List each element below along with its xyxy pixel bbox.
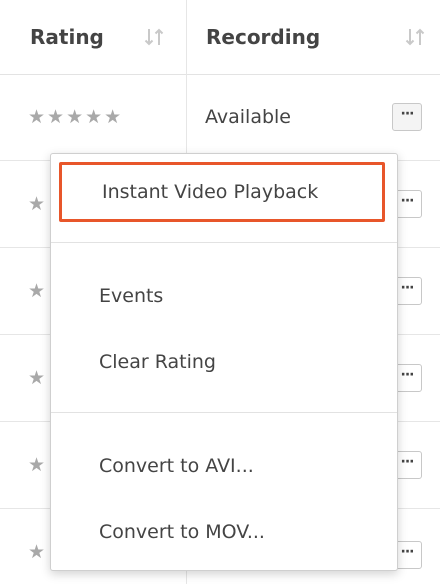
rating-stars[interactable]: ★★★★★ xyxy=(28,74,123,160)
menu-item-clear-rating[interactable]: Clear Rating xyxy=(51,332,397,392)
rating-stars[interactable]: ★ xyxy=(28,161,47,247)
menu-separator xyxy=(51,242,397,243)
sort-icon[interactable] xyxy=(143,26,165,48)
more-options-icon: ··· xyxy=(400,193,415,209)
menu-item-convert-to-avi[interactable]: Convert to AVI... xyxy=(51,436,397,496)
more-options-icon: ··· xyxy=(400,454,415,470)
column-header-rating[interactable]: Rating xyxy=(30,0,104,74)
rating-stars[interactable]: ★ xyxy=(28,248,47,334)
recordings-table: Rating Recording ★★★★★ Available ··· ★ ·… xyxy=(0,0,440,584)
more-options-button[interactable]: ··· xyxy=(392,103,422,131)
menu-item-events[interactable]: Events xyxy=(51,266,397,326)
context-menu: Instant Video Playback Events Clear Rati… xyxy=(50,153,398,571)
rating-stars[interactable]: ★ xyxy=(28,509,47,584)
menu-item-instant-video-playback[interactable]: Instant Video Playback xyxy=(59,162,385,222)
rating-stars[interactable]: ★ xyxy=(28,335,47,421)
more-options-icon: ··· xyxy=(400,106,415,122)
more-options-icon: ··· xyxy=(400,544,415,560)
sort-icon[interactable] xyxy=(404,26,426,48)
table-row[interactable]: ★★★★★ Available ··· xyxy=(0,74,440,161)
column-header-recording[interactable]: Recording xyxy=(206,0,320,74)
more-options-icon: ··· xyxy=(400,367,415,383)
recording-status: Available xyxy=(205,106,292,128)
more-options-icon: ··· xyxy=(400,280,415,296)
rating-stars[interactable]: ★ xyxy=(28,422,47,508)
menu-item-convert-to-mov[interactable]: Convert to MOV... xyxy=(51,502,397,562)
menu-separator xyxy=(51,412,397,413)
